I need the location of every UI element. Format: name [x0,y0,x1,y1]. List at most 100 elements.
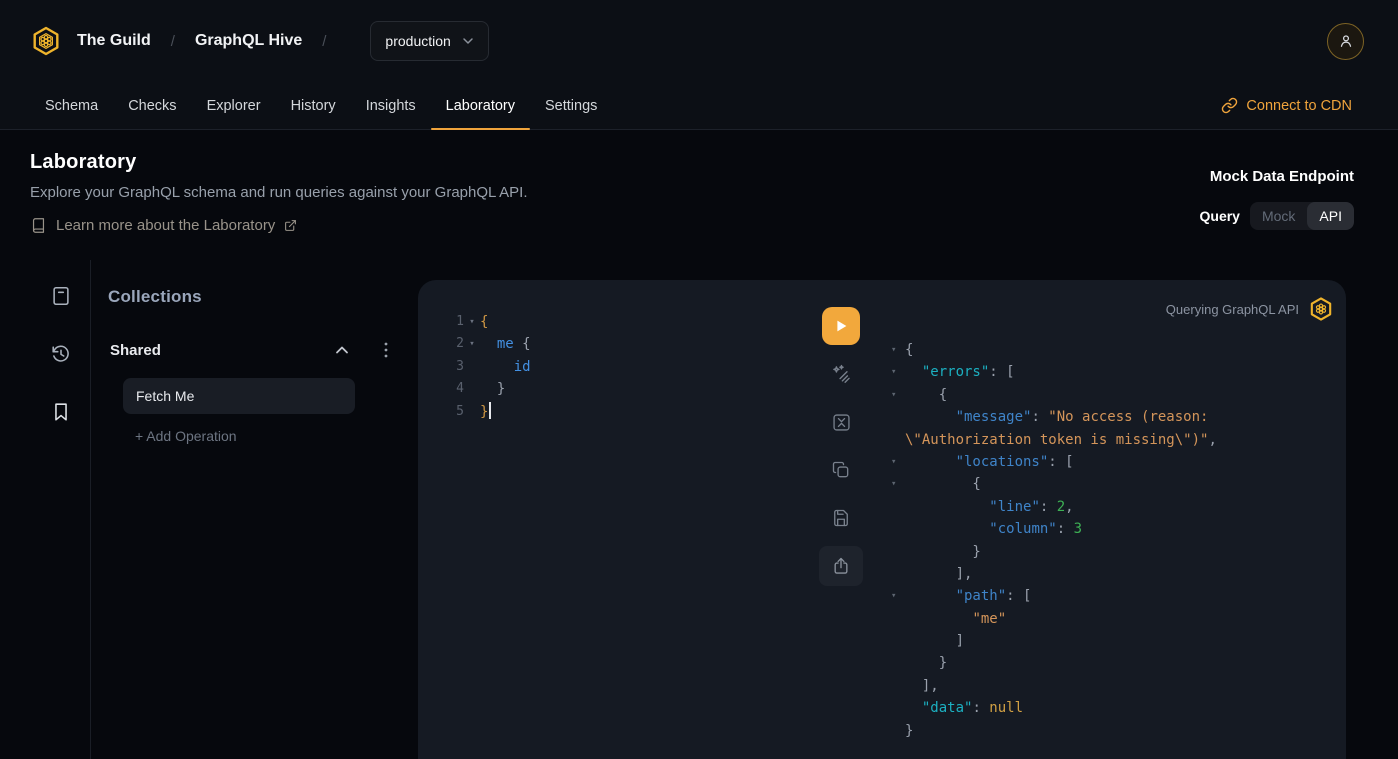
tab-schema[interactable]: Schema [30,82,113,129]
external-link-icon [284,219,297,232]
collections-plugin-button[interactable] [50,401,72,423]
tab-laboratory[interactable]: Laboratory [431,82,530,129]
collection-group-label: Shared [110,342,161,359]
fold-spacer [891,518,905,540]
project-breadcrumb-link[interactable]: GraphQL Hive [195,32,302,50]
editor-line[interactable]: 5} [452,401,531,423]
nav-tabs: SchemaChecksExplorerHistoryInsightsLabor… [30,82,612,129]
mock-option-button[interactable]: Mock [1250,202,1307,230]
mock-endpoint-block: Mock Data Endpoint Query Mock API [1200,168,1355,230]
fold-toggle-icon[interactable]: ▾ [891,451,905,473]
share-icon [831,556,851,576]
fold-spacer [891,720,905,742]
collections-panel: Collections Shared Fetch Me + Add Operat… [91,260,418,759]
hive-logo-icon[interactable] [30,25,62,57]
tab-history[interactable]: History [276,82,351,129]
response-line: ▾ "locations": [ [891,451,1217,473]
kebab-menu-icon [378,340,394,360]
editor-line[interactable]: 3 id [452,356,531,378]
graphiql-panel: 1▾{2▾ me {3 id4 }5} [418,280,1346,759]
fold-toggle-icon[interactable]: ▾ [464,311,480,333]
line-number: 5 [452,401,464,423]
tab-insights[interactable]: Insights [351,82,431,129]
brand-row: The Guild / GraphQL Hive / production [0,0,1398,82]
fold-toggle-icon[interactable]: ▾ [891,585,905,607]
response-line: "message": "No access (reason: [891,406,1217,428]
docs-icon [50,285,72,307]
page-subtitle: Explore your GraphQL schema and run quer… [30,184,1353,201]
learn-more-link[interactable]: Learn more about the Laboratory [30,217,297,234]
response-line: ▾ "errors": [ [891,361,1217,383]
fold-spacer [891,675,905,697]
collapse-group-button[interactable] [332,340,352,360]
group-menu-button[interactable] [378,340,394,360]
editor-line[interactable]: 1▾{ [452,311,531,333]
copy-query-button[interactable] [819,450,863,490]
add-operation-button[interactable]: + Add Operation [135,428,237,444]
response-line: } [891,541,1217,563]
response-line: } [891,720,1217,742]
fold-toggle-icon[interactable]: ▾ [891,339,905,361]
bookmark-icon [50,401,72,423]
response-line: "column": 3 [891,518,1217,540]
query-editor[interactable]: 1▾{2▾ me {3 id4 }5} [452,311,531,423]
editor-line[interactable]: 2▾ me { [452,333,531,355]
share-operation-button[interactable] [819,546,863,586]
mock-endpoint-title: Mock Data Endpoint [1200,168,1355,185]
response-line: ▾{ [891,339,1217,361]
execute-query-button[interactable] [822,307,860,345]
response-line: ▾ "path": [ [891,585,1217,607]
tab-explorer[interactable]: Explorer [192,82,276,129]
response-viewer: ▾{▾ "errors": [ ▾ { "message": "No access… [891,339,1217,742]
endpoint-segmented-control: Mock API [1250,202,1354,230]
collection-group-row[interactable]: Shared [108,340,394,360]
text-cursor [489,402,491,419]
prettify-button[interactable] [819,354,863,394]
fold-spacer [891,496,905,518]
fold-toggle-icon[interactable]: ▾ [891,384,905,406]
fold-toggle-icon[interactable]: ▾ [891,473,905,495]
collections-title: Collections [108,287,394,307]
response-line: ▾ { [891,473,1217,495]
history-plugin-button[interactable] [50,343,72,365]
fold-spacer [464,356,480,378]
response-line: "line": 2, [891,496,1217,518]
save-operation-button[interactable] [819,498,863,538]
response-line: \"Authorization token is missing\")", [891,429,1217,451]
target-selector[interactable]: production [370,21,488,61]
learn-more-label: Learn more about the Laboratory [56,217,275,234]
copy-icon [831,460,851,480]
target-selector-value: production [385,33,450,49]
fold-toggle-icon[interactable]: ▾ [891,361,905,383]
breadcrumb-separator: / [171,33,175,50]
fold-spacer [891,630,905,652]
hive-logo-small-icon [1308,296,1334,322]
user-avatar-button[interactable] [1327,23,1364,60]
editor-line[interactable]: 4 } [452,378,531,400]
response-line: ] [891,630,1217,652]
page-title: Laboratory [30,151,1353,174]
fold-spacer [891,406,905,428]
fold-spacer [891,697,905,719]
prettify-icon [830,363,852,385]
operation-item[interactable]: Fetch Me [123,378,355,414]
merge-fragments-button[interactable] [819,402,863,442]
response-line: "me" [891,608,1217,630]
play-icon [832,317,850,335]
editor-toolbar [819,354,863,586]
fold-spacer [891,429,905,451]
response-line: "data": null [891,697,1217,719]
tab-checks[interactable]: Checks [113,82,191,129]
line-number: 1 [452,311,464,333]
merge-icon [831,412,852,433]
docs-plugin-button[interactable] [50,285,72,307]
connect-cdn-link[interactable]: Connect to CDN [1221,82,1352,129]
query-label: Query [1200,208,1240,224]
tab-settings[interactable]: Settings [530,82,612,129]
fold-toggle-icon[interactable]: ▾ [464,333,480,355]
line-number: 3 [452,356,464,378]
response-line: ], [891,675,1217,697]
fold-spacer [891,652,905,674]
api-option-button[interactable]: API [1307,202,1354,230]
org-breadcrumb-link[interactable]: The Guild [77,32,151,50]
